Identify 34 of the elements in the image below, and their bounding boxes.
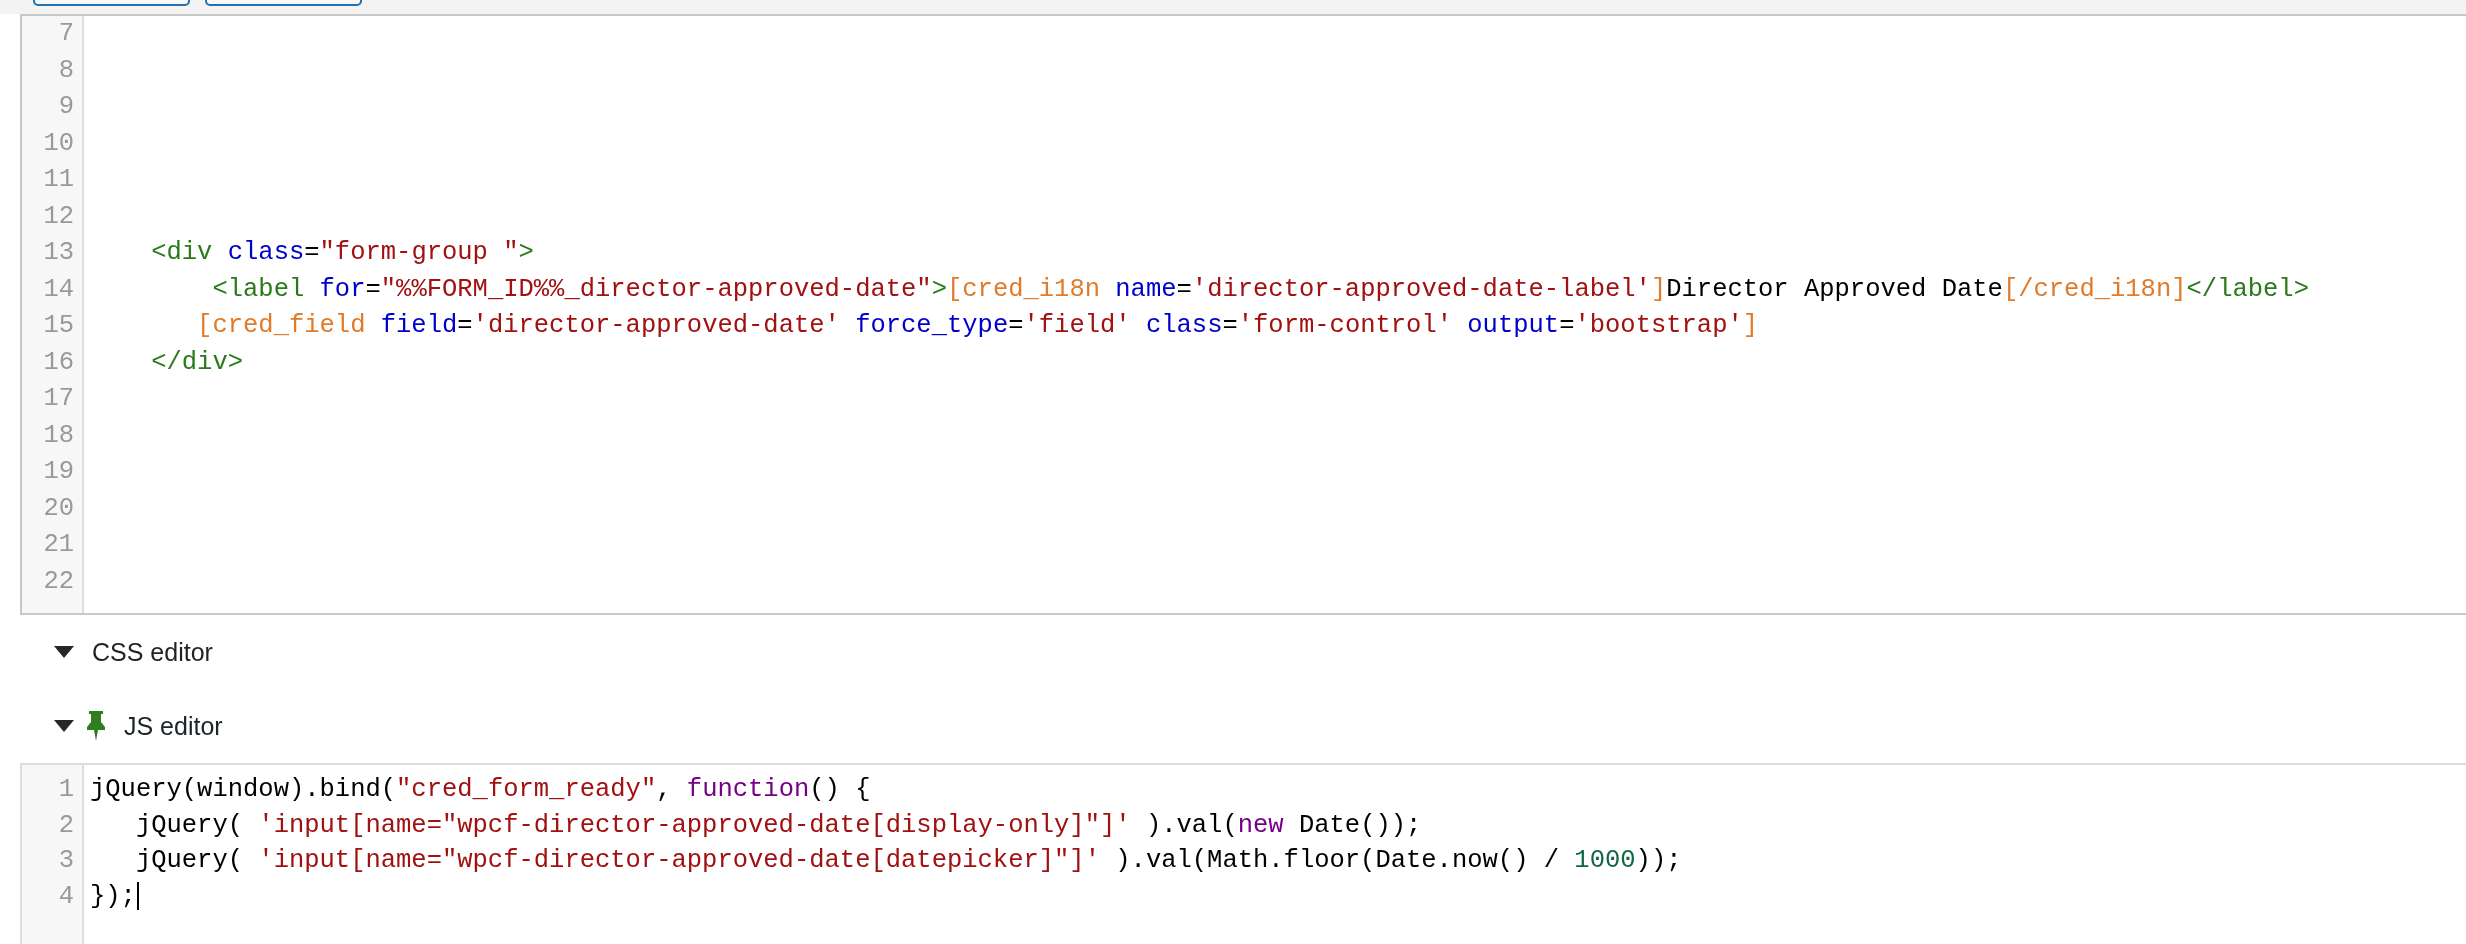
line-number: 17 [42,383,75,415]
line-number: 18 [42,419,75,452]
line-number: 12 [42,200,75,233]
caret-icon[interactable] [54,646,74,658]
pin-icon[interactable] [86,711,106,741]
line-number: 8 [57,54,75,87]
code-line: <label for="%%FORM_ID%%_director-approved-date">[cred_i18n name='director-approved-date-label']Director Approved Date[/cred_i18n]</label> [211,273,2310,306]
line-number: 11 [42,164,75,196]
code-line: [cred_field field='director-approved-date' force_type='field' class='form-control' output='bootstrap'] [196,310,1760,342]
section-title[interactable]: JS editor [118,711,223,741]
line-number: 19 [42,456,75,488]
line-number: 4 [57,880,75,913]
line-number: 1 [57,774,75,806]
code-line: }); [90,880,136,913]
code-line: jQuery( 'input[name="wpcf-director-approved-date[display-only]"]' ).val(new Date()); [134,809,1422,842]
code-line: jQuery(window).bind("cred_form_ready", function() { [90,774,871,806]
line-number: 16 [42,346,75,379]
line-number: 9 [57,91,75,123]
line-number: 21 [42,529,75,561]
code-line: <div class="form-group "> [150,237,535,269]
line-number: 15 [42,310,75,342]
section-title[interactable]: CSS editor [86,637,213,667]
js-code-editor[interactable] [20,763,2466,944]
line-number: 2 [57,809,75,842]
code-line: jQuery( 'input[name="wpcf-director-approved-date[datepicker]"]' ).val(Math.floor(Date.now() / 1000)); [134,845,1682,877]
line-number: 3 [57,845,75,877]
line-number: 20 [42,492,75,525]
line-number: 14 [42,273,75,306]
line-number: 10 [42,127,75,160]
line-number: 22 [42,565,75,598]
line-number: 7 [57,18,75,50]
line-number: 13 [42,237,75,269]
caret-icon[interactable] [54,720,74,732]
code-line: </div> [150,346,245,379]
